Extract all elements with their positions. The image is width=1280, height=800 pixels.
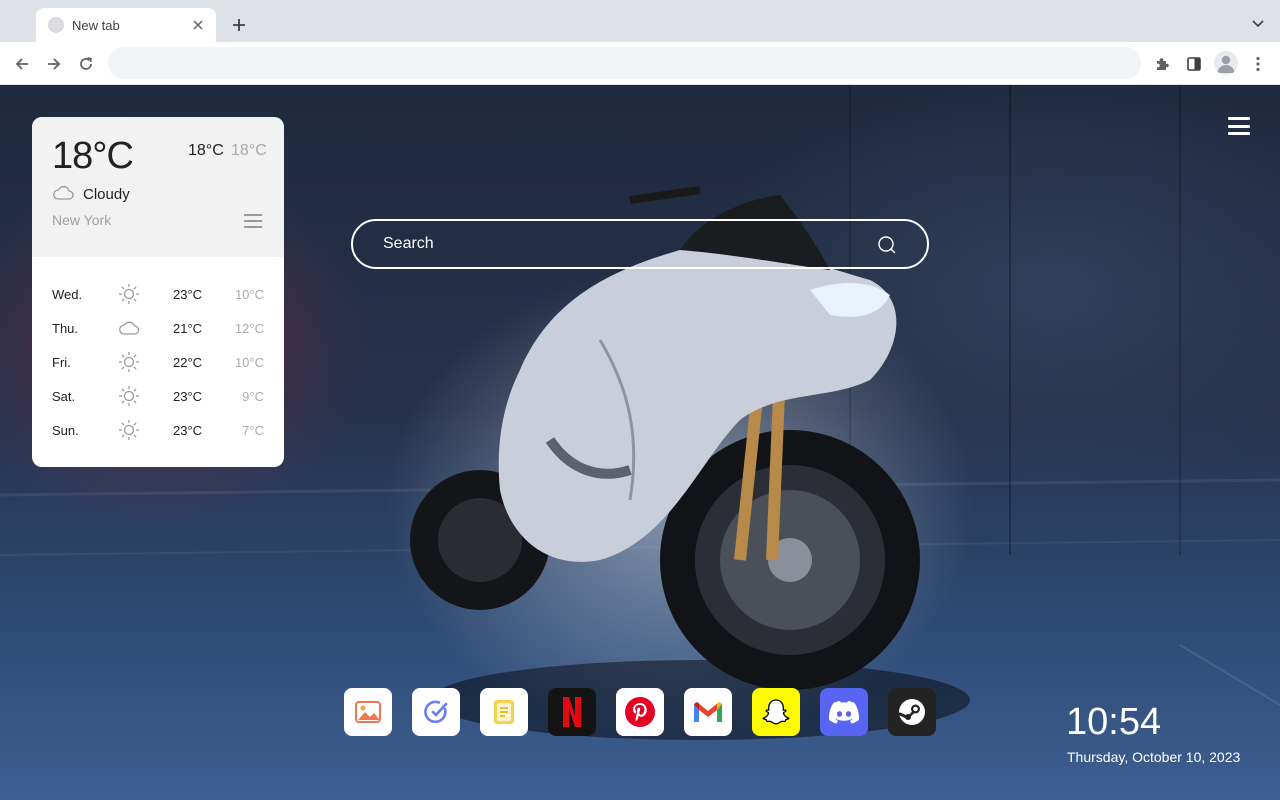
forecast-row: Wed. 23°C 10°C: [32, 277, 284, 311]
forecast-high: 23°C: [173, 388, 203, 404]
forecast-high: 22°C: [173, 354, 203, 370]
search-input[interactable]: [353, 221, 927, 267]
weather-condition: Cloudy: [83, 186, 130, 203]
forecast-row: Sun. 23°C 7°C: [32, 413, 284, 447]
gmail-app-icon[interactable]: [684, 688, 732, 736]
tab-close-icon[interactable]: [190, 17, 206, 33]
forecast-low: 10°C: [234, 286, 264, 302]
search-box: [351, 219, 929, 269]
forecast-day: Sun.: [52, 422, 79, 438]
pinterest-app-icon[interactable]: [616, 688, 664, 736]
forecast-high: 23°C: [173, 422, 203, 438]
weather-current: 18°C 18°C 18°C Cloudy New York: [32, 117, 284, 257]
current-low-temperature: 18°C: [231, 142, 267, 159]
forecast-day: Thu.: [52, 320, 79, 336]
reload-icon[interactable]: [74, 52, 98, 76]
list-icon[interactable]: [244, 214, 262, 228]
address-bar-input[interactable]: [108, 47, 1141, 79]
new-tab-page: 18°C 18°C 18°C Cloudy New York Wed. 23°C…: [0, 85, 1280, 800]
cloud-icon: [119, 321, 140, 335]
tab-favicon-icon: [48, 17, 64, 33]
wallpaper-app-icon[interactable]: [344, 688, 392, 736]
tab-strip: New tab: [0, 0, 1280, 42]
sun-icon: [119, 352, 139, 372]
tab-title: New tab: [72, 17, 120, 33]
cloud-icon: [53, 185, 74, 200]
tab-new-tab[interactable]: New tab: [36, 8, 216, 42]
weather-forecast-list: Wed. 23°C 10°C Thu. 21°C 12°C Fri. 22°C …: [32, 257, 284, 447]
forecast-low: 9°C: [242, 388, 264, 404]
browser-toolbar: [0, 42, 1280, 85]
forecast-low: 10°C: [234, 354, 264, 370]
forecast-day: Sat.: [52, 388, 76, 404]
sun-icon: [119, 284, 139, 304]
forecast-high: 21°C: [173, 320, 203, 336]
app-dock: [344, 688, 936, 736]
more-vertical-icon[interactable]: [1246, 52, 1270, 76]
new-tab-plus-icon[interactable]: [228, 14, 250, 36]
weather-widget: 18°C 18°C 18°C Cloudy New York Wed. 23°C…: [32, 117, 284, 467]
current-temperature: 18°C: [52, 135, 134, 177]
weather-city[interactable]: New York: [52, 212, 111, 228]
forecast-high: 23°C: [173, 286, 203, 302]
sun-icon: [119, 420, 139, 440]
hamburger-menu-icon[interactable]: [1228, 117, 1250, 135]
back-arrow-icon[interactable]: [10, 52, 34, 76]
clock-date: Thursday, October 10, 2023: [1067, 749, 1241, 765]
profile-avatar[interactable]: [1214, 51, 1238, 75]
discord-app-icon[interactable]: [820, 688, 868, 736]
forecast-row: Fri. 22°C 10°C: [32, 345, 284, 379]
forecast-day: Wed.: [52, 286, 83, 302]
search-icon[interactable]: [877, 235, 897, 255]
snapchat-app-icon[interactable]: [752, 688, 800, 736]
sun-icon: [119, 386, 139, 406]
tab-search-chevron-down-icon[interactable]: [1250, 16, 1266, 32]
tasks-app-icon[interactable]: [412, 688, 460, 736]
forecast-row: Sat. 23°C 9°C: [32, 379, 284, 413]
current-high-temperature: 18°C: [188, 142, 224, 159]
clock-time: 10:54: [1066, 701, 1162, 743]
forecast-row: Thu. 21°C 12°C: [32, 311, 284, 345]
forecast-low: 7°C: [242, 422, 264, 438]
forward-arrow-icon[interactable]: [42, 52, 66, 76]
notes-app-icon[interactable]: [480, 688, 528, 736]
netflix-app-icon[interactable]: [548, 688, 596, 736]
forecast-day: Fri.: [52, 354, 71, 370]
side-panel-icon[interactable]: [1182, 52, 1206, 76]
forecast-low: 12°C: [234, 320, 264, 336]
steam-app-icon[interactable]: [888, 688, 936, 736]
extensions-puzzle-icon[interactable]: [1150, 52, 1174, 76]
